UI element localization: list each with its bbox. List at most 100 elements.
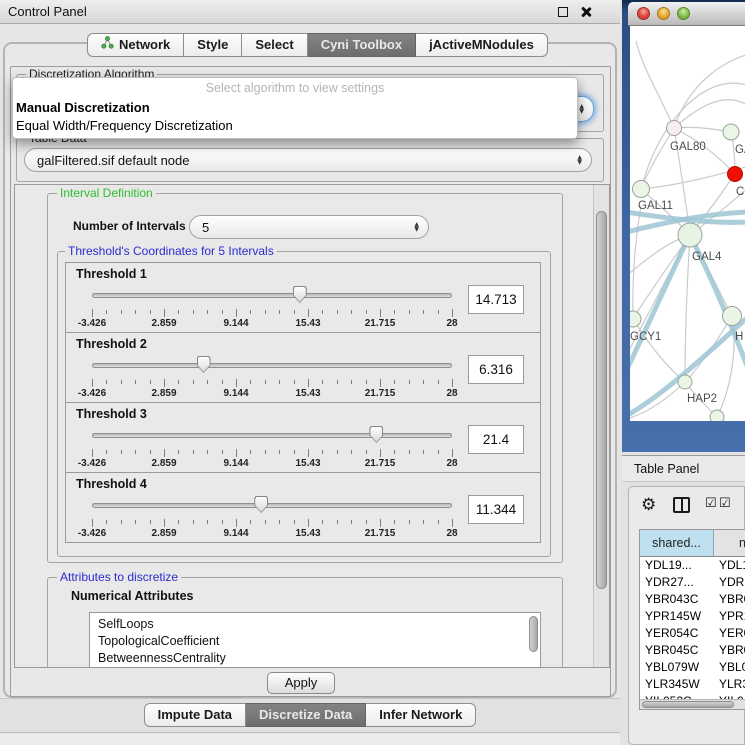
minimize-traffic-light[interactable] — [657, 7, 670, 20]
network-node-GAL4[interactable] — [678, 223, 702, 247]
network-edge — [630, 382, 685, 419]
network-node-GAL80[interactable] — [667, 121, 682, 136]
settings-scroll-area: Interval Definition Number of Intervals … — [14, 184, 610, 668]
network-edge — [685, 316, 732, 382]
table-row[interactable]: YLR345WYLR3... — [640, 676, 745, 693]
threshold-value-field[interactable]: 14.713 — [468, 285, 524, 314]
network-node-H[interactable] — [723, 307, 742, 326]
bottom-tab-impute-data[interactable]: Impute Data — [144, 703, 246, 727]
network-view-window: GAL80GACGAL11GAL4GCY1HHAP2 — [622, 0, 745, 452]
tick-label: 28 — [446, 528, 457, 539]
tick-label: -3.426 — [78, 458, 106, 469]
tab-style[interactable]: Style — [184, 33, 242, 57]
main-scrollbar-track[interactable] — [593, 185, 609, 667]
cell-name: YLR3... — [714, 676, 745, 693]
popup-option-manual[interactable]: Manual Discretization — [16, 100, 150, 115]
zoom-traffic-light[interactable] — [677, 7, 690, 20]
attribute-item[interactable]: BetweennessCentrality — [90, 650, 540, 667]
slider-thumb[interactable] — [254, 496, 268, 513]
threshold-value-field[interactable]: 11.344 — [468, 495, 524, 524]
tab-label: Impute Data — [158, 704, 232, 726]
tick-label: 2.859 — [151, 458, 176, 469]
minor-tick — [409, 520, 410, 524]
network-node-HAP2[interactable] — [678, 375, 692, 389]
slider-thumb[interactable] — [369, 426, 383, 443]
table-row[interactable]: YDL19...YDL1... — [640, 557, 745, 574]
split-columns-icon[interactable] — [673, 497, 690, 513]
network-canvas[interactable]: GAL80GACGAL11GAL4GCY1HHAP2 — [630, 26, 745, 421]
threshold-slider[interactable] — [92, 496, 452, 514]
network-edge — [674, 127, 731, 132]
tab-cyni-toolbox[interactable]: Cyni Toolbox — [308, 33, 416, 57]
minor-tick — [366, 450, 367, 454]
minor-tick — [294, 310, 295, 314]
threshold-slider[interactable] — [92, 356, 452, 374]
column-header-name[interactable]: n — [714, 530, 745, 556]
table-row[interactable]: YER054CYER0... — [640, 625, 745, 642]
table-hscrollbar[interactable] — [640, 699, 745, 710]
tab-select[interactable]: Select — [242, 33, 307, 57]
slider-track — [92, 503, 452, 508]
gear-icon[interactable]: ⚙ — [641, 495, 656, 515]
network-node-red-node[interactable] — [728, 167, 743, 182]
tab-label: jActiveMNodules — [429, 34, 534, 56]
network-graph: GAL80GACGAL11GAL4GCY1HHAP2 — [630, 26, 745, 421]
attributes-group-title: Attributes to discretize — [57, 570, 181, 584]
network-node-GAL11[interactable] — [633, 181, 650, 198]
numerical-attributes-list[interactable]: SelfLoopsTopologicalCoefficientBetweenne… — [89, 612, 541, 668]
tab-label: Cyni Toolbox — [321, 34, 402, 56]
tab-network[interactable]: Network — [87, 33, 184, 57]
bottom-tab-infer-network[interactable]: Infer Network — [366, 703, 476, 727]
threshold-value-field[interactable]: 6.316 — [468, 355, 524, 384]
num-intervals-spinner[interactable]: 5 ▲▼ — [189, 215, 429, 239]
num-intervals-label: Number of Intervals — [73, 214, 186, 238]
tick-label: 15.43 — [295, 318, 320, 329]
slider-thumb[interactable] — [293, 286, 307, 303]
threshold-slider[interactable] — [92, 426, 452, 444]
table-row[interactable]: YDR27...YDR2... — [640, 574, 745, 591]
column-header-shared[interactable]: shared... — [640, 530, 714, 556]
minor-tick — [250, 380, 251, 384]
minor-tick — [250, 450, 251, 454]
threshold-slider[interactable] — [92, 286, 452, 304]
tab-jactivemnodules[interactable]: jActiveMNodules — [416, 33, 548, 57]
minor-tick — [207, 380, 208, 384]
popup-option-equal-width[interactable]: Equal Width/Frequency Discretization — [16, 118, 233, 133]
attribute-item[interactable]: TopologicalCoefficient — [90, 633, 540, 650]
minor-tick — [337, 450, 338, 454]
minor-tick — [265, 310, 266, 314]
minor-tick — [250, 310, 251, 314]
network-node-bottom-node[interactable] — [710, 410, 724, 421]
table-row[interactable]: YPR145WYPR1... — [640, 608, 745, 625]
table-data-combo[interactable]: galFiltered.sif default node ▲▼ — [24, 148, 592, 172]
bottom-tab-discretize-data[interactable]: Discretize Data — [246, 703, 366, 727]
table-row[interactable]: YBR043CYBR0... — [640, 591, 745, 608]
minor-tick — [351, 380, 352, 384]
network-node-GCY1[interactable] — [630, 311, 641, 327]
minor-tick — [337, 520, 338, 524]
minor-tick — [279, 520, 280, 524]
list-scrollbar-thumb[interactable] — [529, 616, 538, 652]
attribute-item[interactable]: SelfLoops — [90, 613, 540, 633]
table-row[interactable]: YBL079WYBL0... — [640, 659, 745, 676]
tab-label: Infer Network — [379, 704, 462, 726]
threshold-value-field[interactable]: 21.4 — [468, 425, 524, 454]
close-traffic-light[interactable] — [637, 7, 650, 20]
main-scrollbar-thumb[interactable] — [596, 211, 607, 589]
table-row[interactable]: YBR045CYBR0... — [640, 642, 745, 659]
major-tick — [92, 309, 93, 317]
slider-thumb[interactable] — [197, 356, 211, 373]
table-hscrollbar-thumb[interactable] — [642, 701, 734, 708]
tick-label: 28 — [446, 388, 457, 399]
checkbox-icon[interactable]: ☑ — [719, 496, 731, 511]
checkbox-icon[interactable]: ☑ — [705, 496, 717, 511]
num-intervals-value: 5 — [202, 216, 209, 239]
float-window-icon[interactable] — [558, 7, 568, 17]
threshold-label: Threshold 4 — [76, 477, 147, 491]
major-tick — [452, 379, 453, 387]
network-node-GA[interactable] — [723, 124, 739, 140]
slider-thumb-face — [294, 287, 306, 302]
close-icon[interactable] — [580, 6, 592, 18]
apply-button[interactable]: Apply — [267, 672, 335, 694]
minor-tick — [423, 450, 424, 454]
